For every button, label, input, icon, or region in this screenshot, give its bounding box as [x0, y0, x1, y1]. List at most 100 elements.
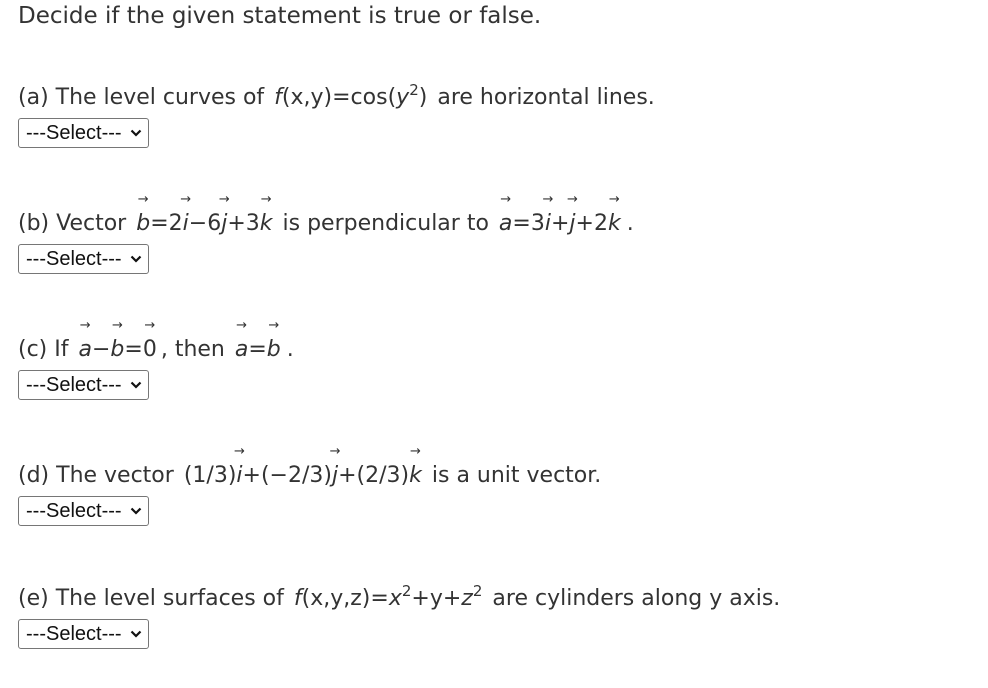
statement-text: is perpendicular to — [282, 211, 489, 236]
answer-select-a[interactable]: ---Select--- — [18, 118, 149, 148]
chevron-down-icon — [130, 129, 141, 137]
select-value: ---Select--- — [26, 373, 122, 396]
math-text: = — [370, 586, 389, 611]
math-text: −6 — [188, 211, 222, 236]
vector-b: → b — [136, 193, 150, 238]
statement-text: , then — [160, 337, 225, 362]
arrow-icon: → — [144, 318, 156, 333]
statement-c: (c) If → a− → b= → 0, then → a= → b. — [18, 319, 294, 364]
chevron-down-icon — [130, 630, 141, 638]
math-text: =2 — [150, 211, 183, 236]
arrow-icon: → — [567, 192, 578, 207]
statement-text: (e) The level surfaces of — [18, 586, 284, 611]
vector-symbol: i — [182, 211, 189, 236]
arrow-icon: → — [608, 192, 620, 207]
vector-b: → b — [266, 319, 281, 364]
select-value: ---Select--- — [26, 247, 122, 270]
arrow-icon: → — [218, 192, 230, 207]
vector-symbol: i — [544, 211, 551, 236]
select-value: ---Select--- — [26, 499, 122, 522]
statement-text: (d) The vector — [18, 463, 174, 488]
statement-d: (d) The vector (1/3) → i+(−2/3) → j+(2/3) → k is… — [18, 445, 602, 490]
math-args: (x,y,z) — [301, 586, 371, 611]
answer-select-e[interactable]: ---Select--- — [18, 619, 149, 649]
math-text: +y+ — [411, 586, 462, 611]
arrow-icon: → — [542, 192, 554, 207]
math-var: z — [461, 586, 473, 611]
vector-symbol: a — [234, 337, 249, 362]
unit-vector-j: → j — [567, 193, 578, 238]
answer-select-c[interactable]: ---Select--- — [18, 370, 149, 400]
statement-text: (c) If — [18, 337, 69, 362]
math-text: =3 — [512, 211, 545, 236]
arrow-icon: → — [180, 192, 192, 207]
unit-vector-j: → j — [219, 193, 230, 238]
statement-suffix: . — [626, 211, 634, 236]
math-exponent: 2 — [472, 582, 483, 600]
math-text: +2 — [575, 211, 608, 236]
arrow-icon: → — [234, 444, 245, 459]
statement-suffix: . — [286, 337, 294, 362]
answer-select-b[interactable]: ---Select--- — [18, 244, 149, 274]
unit-vector-i: → i — [234, 445, 245, 490]
statement-b: (b) Vector → b=2 → i−6 → j+3 → k is perpendicular… — [18, 193, 634, 238]
math-var: y — [396, 85, 410, 110]
question-d: (d) The vector (1/3) → i+(−2/3) → j+(2/3) → k is… — [18, 445, 602, 526]
vector-a: → a — [498, 193, 513, 238]
math-exponent: 2 — [409, 81, 419, 99]
unit-vector-j: → j — [330, 445, 341, 490]
zero-vector: → 0 — [142, 319, 157, 364]
chevron-down-icon — [130, 507, 141, 515]
vector-symbol: j — [331, 463, 339, 488]
statement-e: (e) The level surfaces of f(x,y,z)=x2+y+z… — [18, 582, 780, 613]
instructions: Decide if the given statement is true or… — [18, 3, 542, 29]
statement-a: (a) The level curves of f(x,y)=cos(y2) are… — [18, 81, 655, 112]
math-args: (x,y) — [281, 85, 333, 110]
arrow-icon: → — [500, 192, 512, 207]
statement-text: (b) Vector — [18, 211, 127, 236]
vector-b: → b — [110, 319, 124, 364]
math-text: (1/3) — [183, 463, 237, 488]
math-text: + — [550, 211, 570, 236]
unit-vector-k: → k — [607, 193, 621, 238]
arrow-icon: → — [111, 318, 123, 333]
math-text: − — [91, 337, 111, 362]
chevron-down-icon — [130, 381, 141, 389]
math-text: +(−2/3) — [242, 463, 332, 488]
arrow-icon: → — [79, 318, 91, 333]
statement-suffix: is a unit vector. — [431, 463, 602, 488]
math-eq: =cos( — [332, 85, 397, 110]
arrow-icon: → — [137, 192, 149, 207]
vector-symbol: j — [221, 211, 228, 236]
arrow-icon: → — [329, 444, 341, 459]
math-f: f — [293, 586, 302, 611]
vector-symbol: i — [236, 463, 243, 488]
arrow-icon: → — [236, 318, 248, 333]
vector-symbol: a — [498, 211, 513, 236]
unit-vector-k: → k — [260, 193, 273, 238]
statement-text: (a) The level curves of — [18, 85, 265, 110]
vector-symbol: j — [569, 211, 576, 236]
select-value: ---Select--- — [26, 121, 122, 144]
arrow-icon: → — [268, 318, 280, 333]
math-var: x — [388, 586, 402, 611]
vector-symbol: b — [266, 337, 281, 362]
question-b: (b) Vector → b=2 → i−6 → j+3 → k is perpendicular… — [18, 193, 634, 274]
unit-vector-i: → i — [542, 193, 553, 238]
question-c: (c) If → a− → b= → 0, then → a= → b. ---Select--- — [18, 319, 294, 400]
arrow-icon: → — [410, 444, 421, 459]
math-text: = — [124, 337, 143, 362]
math-close: ) — [418, 85, 428, 110]
math-exponent: 2 — [401, 582, 412, 600]
chevron-down-icon — [130, 255, 141, 263]
select-value: ---Select--- — [26, 622, 122, 645]
unit-vector-i: → i — [180, 193, 191, 238]
vector-symbol: 0 — [142, 337, 157, 362]
math-f: f — [274, 85, 282, 110]
arrow-icon: → — [260, 192, 272, 207]
answer-select-d[interactable]: ---Select--- — [18, 496, 149, 526]
unit-vector-k: → k — [409, 445, 422, 490]
statement-suffix: are horizontal lines. — [437, 85, 655, 110]
question-a: (a) The level curves of f(x,y)=cos(y2) are… — [18, 81, 655, 148]
vector-symbol: k — [607, 211, 621, 236]
